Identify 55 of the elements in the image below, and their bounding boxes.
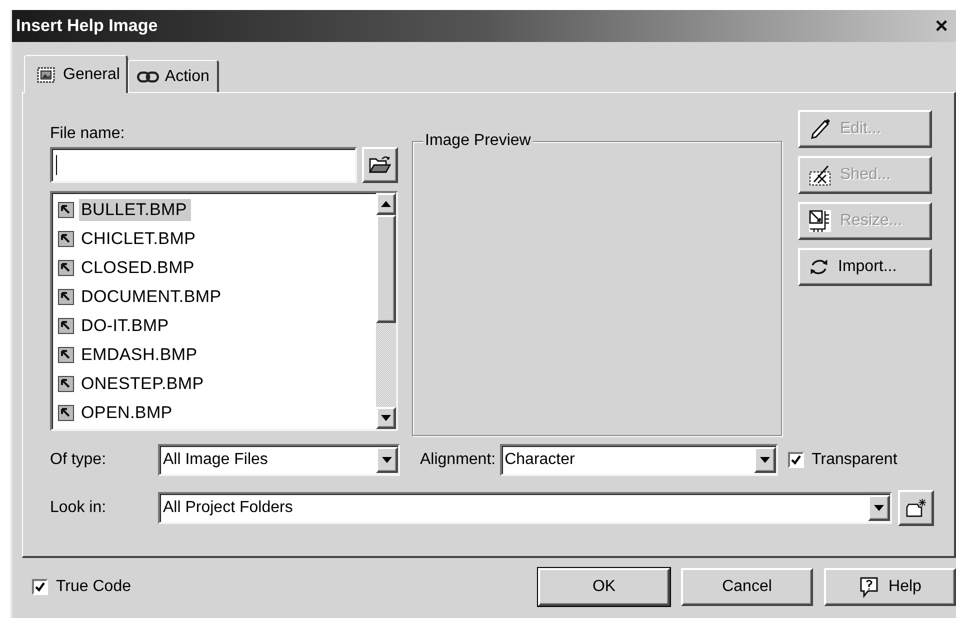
pencil-icon: [808, 117, 832, 141]
scroll-thumb[interactable]: [376, 215, 396, 323]
look-in-dropdown[interactable]: All Project Folders: [158, 492, 892, 524]
file-type-dropdown[interactable]: All Image Files: [158, 444, 400, 476]
image-action-button[interactable]: Import...: [798, 248, 932, 286]
scrollbar[interactable]: [376, 193, 396, 429]
field-label: Alignment:: [420, 451, 496, 469]
up-arrow-icon: [381, 201, 391, 207]
file-list-item[interactable]: BULLET.BMP: [79, 198, 191, 220]
file-list-item[interactable]: EMDASH.BMP: [79, 344, 202, 366]
bitmap-file-icon: [58, 202, 74, 218]
bitmap-file-icon: [58, 230, 74, 246]
file-list-item[interactable]: ONESTEP.BMP: [79, 372, 208, 394]
new-folder-button[interactable]: [898, 490, 934, 526]
checkbox[interactable]: [788, 452, 804, 468]
checkbox-label: Transparent: [812, 451, 898, 469]
new-folder-icon: [905, 498, 927, 518]
scroll-up-button[interactable]: [376, 193, 396, 215]
checkbox[interactable]: [32, 579, 48, 595]
file-list-item[interactable]: DOCUMENT.BMP: [79, 286, 226, 308]
close-button[interactable]: ×: [931, 15, 952, 37]
dotted-box-icon: [808, 163, 832, 187]
ok-button[interactable]: OK: [538, 568, 670, 606]
open-folder-icon: [368, 155, 392, 175]
bitmap-file-icon: [58, 260, 74, 276]
dropdown-arrow-icon: [874, 505, 884, 511]
help-icon: [858, 576, 879, 598]
field-label: Of type:: [50, 451, 108, 469]
file-name-field[interactable]: [50, 147, 357, 183]
dropdown-arrow-icon: [760, 457, 770, 463]
file-list-item[interactable]: OPEN.BMP: [79, 402, 176, 424]
cancel-button[interactable]: Cancel: [681, 568, 813, 606]
resize-icon: [808, 209, 832, 233]
help-button[interactable]: Help: [824, 568, 956, 606]
window-title: Insert Help Image: [16, 16, 158, 36]
tab[interactable]: General: [24, 55, 128, 93]
bitmap-file-icon: [58, 318, 74, 334]
alignment-dropdown[interactable]: Character: [500, 444, 778, 476]
bitmap-file-icon: [58, 404, 74, 420]
picture-frame-icon: [35, 66, 57, 84]
file-list-item[interactable]: DO-IT.BMP: [79, 314, 173, 336]
bitmap-file-icon: [58, 288, 74, 304]
down-arrow-icon: [381, 415, 391, 421]
checkbox-label: True Code: [56, 578, 131, 596]
file-list-item[interactable]: CLOSED.BMP: [79, 256, 198, 278]
field-label: Look in:: [50, 499, 108, 517]
tab[interactable]: Action: [128, 60, 220, 92]
dropdown-arrow-icon: [382, 457, 392, 463]
file-list-item[interactable]: CHICLET.BMP: [79, 228, 200, 250]
scroll-down-button[interactable]: [376, 407, 396, 429]
bitmap-file-icon: [58, 376, 74, 392]
bitmap-file-icon: [58, 346, 74, 362]
open-folder-button[interactable]: [362, 147, 398, 183]
group-title: Image Preview: [423, 132, 533, 150]
field-label: File name:: [50, 125, 126, 143]
